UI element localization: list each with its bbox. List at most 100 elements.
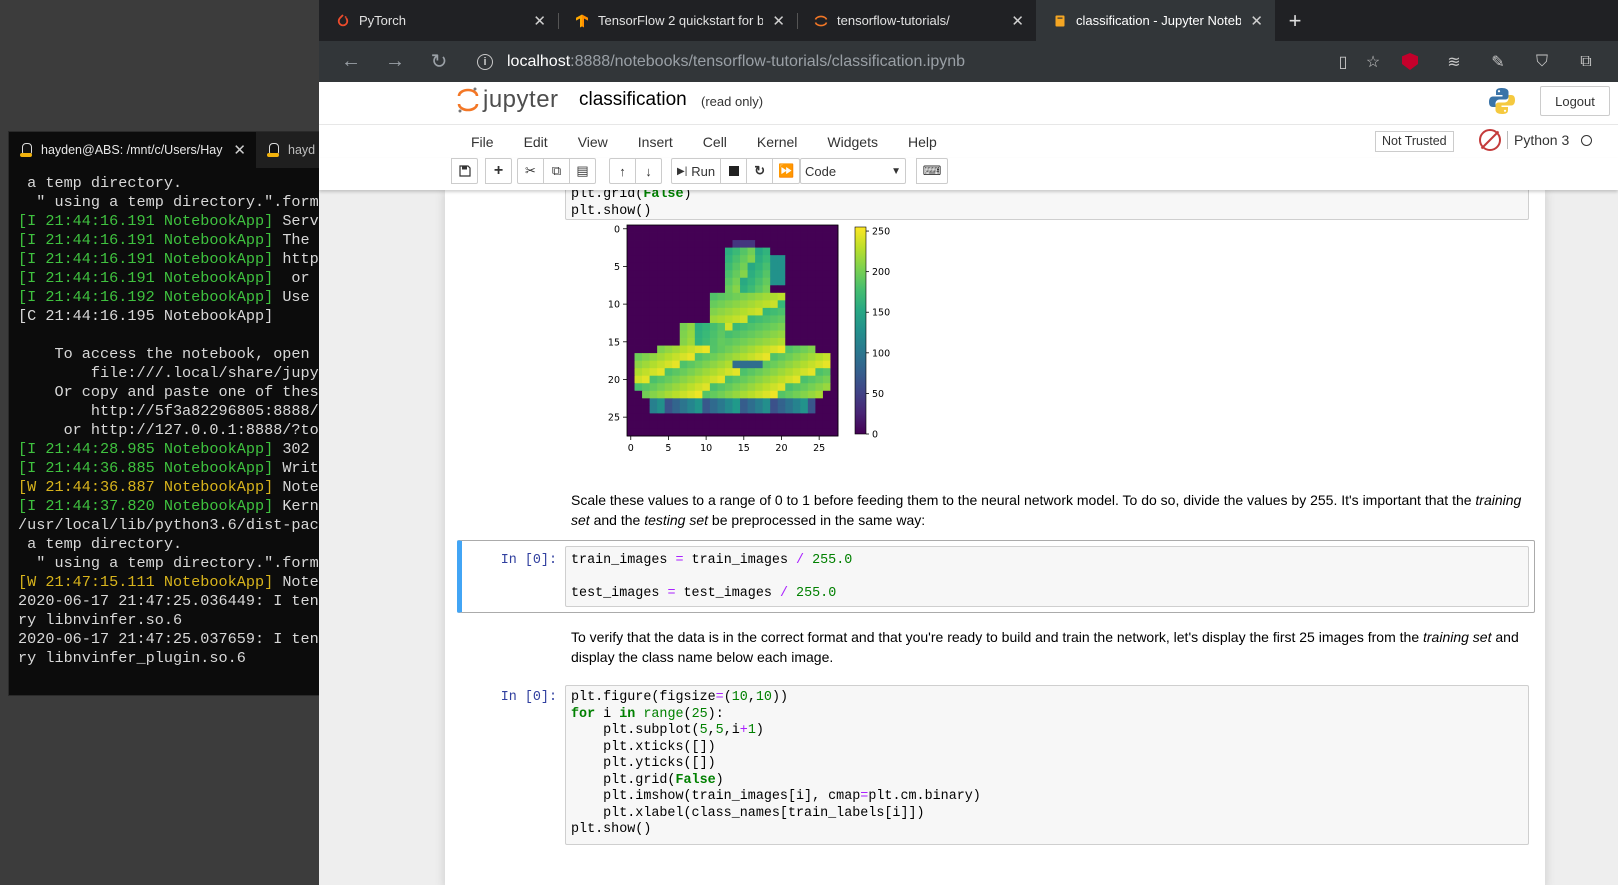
heatmap-pixel: [672, 428, 681, 437]
heatmap-pixel: [732, 338, 741, 346]
move-up-arrow-icon[interactable]: ↑: [609, 158, 636, 184]
cell-type-select[interactable]: Code ▼: [800, 158, 906, 184]
heatmap-pixel: [807, 390, 816, 399]
logout-button[interactable]: Logout: [1540, 86, 1610, 116]
heatmap-pixel: [694, 315, 703, 324]
heatmap-pixel: [800, 405, 809, 414]
terminal-line: [I 21:44:16.191 NotebookApp] Servi: [18, 212, 327, 231]
heatmap-pixel: [792, 383, 801, 392]
move-down-arrow-icon[interactable]: ↓: [635, 158, 662, 184]
site-info-icon[interactable]: i: [477, 53, 493, 70]
menu-insert[interactable]: Insert: [623, 125, 688, 159]
heatmap-pixel: [740, 285, 748, 294]
browser-tab-tutorials[interactable]: tensorflow-tutorials/ ✕: [797, 0, 1036, 41]
terminal-window[interactable]: hayden@ABS: /mnt/c/Users/Hay ✕ hayd a te…: [8, 131, 328, 696]
heatmap-pixel: [785, 292, 794, 301]
heatmap-pixel: [717, 338, 726, 346]
back-arrow-icon[interactable]: ←: [329, 46, 373, 78]
heatmap-pixel: [627, 413, 635, 422]
notebook-icon: [1055, 15, 1065, 26]
terminal-output[interactable]: a temp directory. " using a temp directo…: [9, 168, 327, 668]
notebook-area[interactable]: plt.grid(False) plt.show() 0 5 10 15 20 25 0 5 1…: [319, 190, 1618, 885]
heatmap-pixel: [815, 262, 824, 271]
url-input[interactable]: i localhost:8888/notebooks/tensorflow-tu…: [467, 46, 1328, 78]
favorite-star-icon[interactable]: ☆: [1358, 47, 1388, 77]
menu-bar: File Edit View Insert Cell Kernel Widgets Help …: [319, 124, 1618, 158]
terminal-tab-second[interactable]: hayd: [256, 132, 327, 168]
copy-icon[interactable]: ⧉: [543, 158, 570, 184]
heatmap-pixel: [770, 315, 779, 324]
heatmap-pixel: [642, 330, 651, 339]
heatmap-pixel: [800, 420, 809, 429]
heatmap-pixel: [649, 420, 658, 429]
interrupt-stop-icon[interactable]: [720, 158, 748, 184]
code-cell-plot-grid[interactable]: plt.figure(figsize=(10,10)) for i in ran…: [565, 685, 1529, 845]
heatmap-pixel: [649, 345, 658, 354]
code-cell-normalize[interactable]: train_images = train_images / 255.0 test…: [565, 546, 1529, 607]
restart-run-all-icon[interactable]: ⏩: [772, 158, 801, 184]
heatmap-pixel: [762, 270, 771, 279]
heatmap-pixel: [785, 247, 794, 256]
heatmap-pixel: [694, 285, 703, 294]
browser-tab-classification[interactable]: classification - Jupyter Notebook ✕: [1036, 0, 1275, 41]
menu-kernel[interactable]: Kernel: [742, 125, 812, 159]
jupyter-icon: [814, 15, 828, 26]
heatmap-pixel: [822, 390, 831, 399]
heatmap-pixel: [755, 338, 764, 346]
heatmap-pixel: [672, 307, 681, 316]
browser-tab-pytorch[interactable]: PyTorch ✕: [319, 0, 558, 41]
paste-icon[interactable]: ▤: [569, 158, 596, 184]
heatmap-pixel: [815, 247, 824, 256]
insert-cell-plus-icon[interactable]: +: [485, 158, 512, 184]
restart-kernel-icon[interactable]: ↻: [746, 158, 774, 184]
keyboard-icon[interactable]: ⌨: [916, 158, 948, 184]
cut-scissors-icon[interactable]: ✂: [517, 158, 544, 184]
menu-widgets[interactable]: Widgets: [812, 125, 893, 159]
heatmap-pixel: [717, 360, 726, 369]
heatmap-pixel: [649, 277, 658, 286]
heatmap-pixel: [709, 225, 718, 233]
menu-edit[interactable]: Edit: [509, 125, 563, 159]
heatmap-pixel: [815, 232, 824, 241]
forward-arrow-icon[interactable]: →: [373, 46, 417, 78]
terminal-text: file:///.local/share/jupyt: [18, 364, 328, 382]
layers-extension-icon[interactable]: ≋: [1432, 47, 1476, 77]
refresh-icon[interactable]: ↻: [417, 46, 461, 78]
menu-help[interactable]: Help: [893, 125, 952, 159]
heatmap-pixel: [679, 413, 688, 422]
close-icon[interactable]: ✕: [1250, 12, 1263, 30]
code-cell-plot-tail[interactable]: plt.grid(False) plt.show(): [565, 190, 1529, 220]
collections-icon[interactable]: ⧉: [1564, 47, 1608, 77]
heatmap-pixel: [762, 330, 771, 339]
ublock-extension-icon[interactable]: [1388, 47, 1432, 77]
heatmap-pixel: [694, 345, 703, 354]
heatmap-pixel: [830, 330, 839, 339]
terminal-tab-strip: hayden@ABS: /mnt/c/Users/Hay ✕ hayd: [9, 132, 327, 168]
menu-cell[interactable]: Cell: [688, 125, 742, 159]
heatmap-pixel: [664, 368, 673, 377]
close-icon[interactable]: ✕: [233, 141, 246, 159]
menu-file[interactable]: File: [456, 125, 509, 159]
close-icon[interactable]: ✕: [533, 12, 546, 30]
run-button[interactable]: ▶| Run: [671, 158, 722, 184]
save-icon[interactable]: [451, 158, 478, 184]
reader-view-icon[interactable]: ▯: [1328, 47, 1358, 77]
new-tab-button[interactable]: +: [1275, 0, 1315, 41]
heatmap-pixel: [642, 232, 651, 241]
not-trusted-button[interactable]: Not Trusted: [1375, 131, 1454, 152]
heatmap-pixel: [732, 375, 741, 384]
heatmap-pixel: [770, 383, 779, 392]
heatmap-pixel: [747, 300, 756, 309]
heatmap-pixel: [649, 285, 658, 294]
terminal-tab-active[interactable]: hayden@ABS: /mnt/c/Users/Hay ✕: [9, 132, 256, 168]
notebook-name[interactable]: classification: [579, 89, 687, 111]
heatmap-pixel: [634, 345, 643, 354]
browser-tab-tensorflow[interactable]: TensorFlow 2 quickstart for begir ✕: [558, 0, 797, 41]
pen-extension-icon[interactable]: ✎: [1476, 47, 1520, 77]
menu-view[interactable]: View: [563, 125, 623, 159]
heatmap-pixel: [724, 247, 733, 256]
close-icon[interactable]: ✕: [772, 12, 785, 30]
shield-extension-icon[interactable]: ⛉: [1520, 47, 1564, 77]
jupyter-logo[interactable]: jupyter: [457, 85, 559, 115]
close-icon[interactable]: ✕: [1011, 12, 1024, 30]
